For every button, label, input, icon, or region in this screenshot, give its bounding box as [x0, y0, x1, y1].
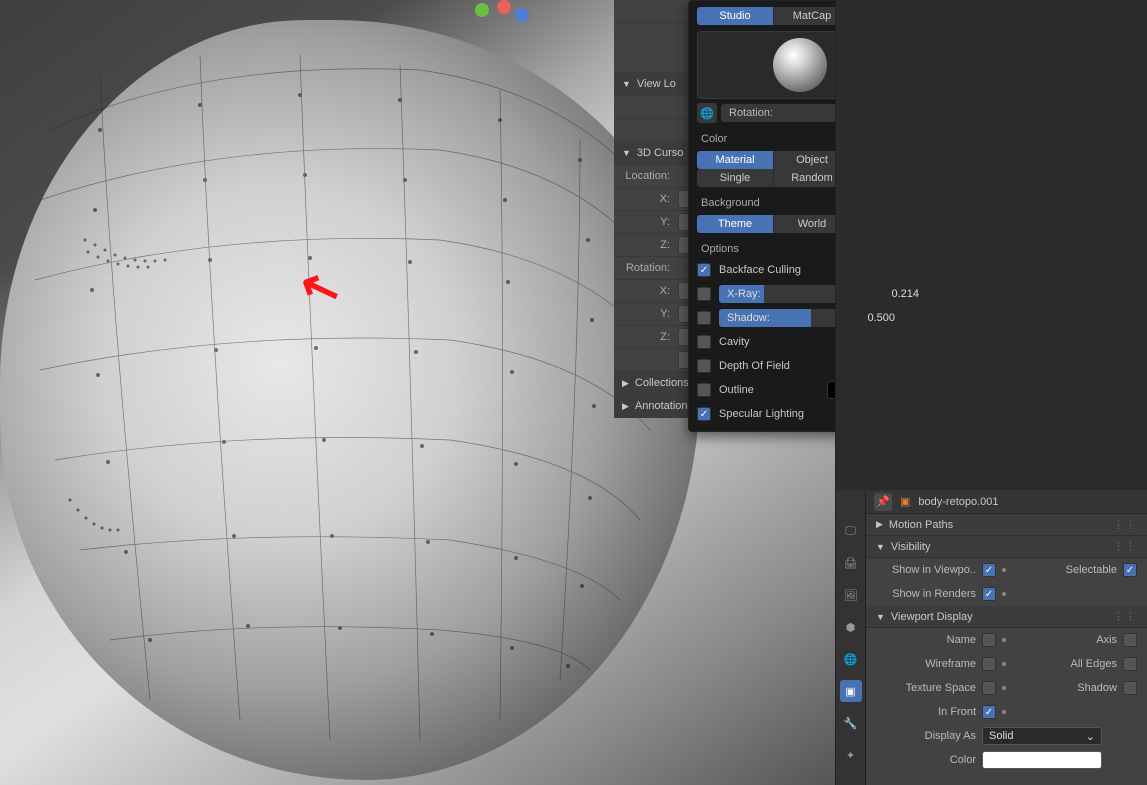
properties-tab-strip: 🖵 🖨 🖼 ⬢ 🌐 ▣ 🔧 ✦ — [836, 490, 866, 785]
world-tab-icon[interactable]: 🌐 — [840, 648, 862, 670]
gizmo-x-axis[interactable] — [497, 0, 511, 14]
visibility-panel-header[interactable]: ▼Visibility⋮⋮ — [866, 536, 1147, 558]
properties-upper-area — [836, 0, 1147, 490]
bg-theme-button[interactable]: Theme — [697, 215, 774, 233]
color-material-button[interactable]: Material — [697, 151, 774, 169]
outline-checkbox[interactable] — [697, 383, 711, 397]
object-tab-icon[interactable]: ▣ — [840, 680, 862, 702]
keyframe-dot-icon[interactable] — [1002, 568, 1006, 572]
name-checkbox[interactable] — [982, 633, 996, 647]
texture-space-checkbox[interactable] — [982, 681, 996, 695]
visibility-row-2: Show in Renders — [866, 582, 1147, 606]
studio-button[interactable]: Studio — [697, 7, 774, 25]
outline-label: Outline — [719, 384, 754, 396]
shadow-checkbox[interactable] — [697, 311, 711, 325]
modifier-tab-icon[interactable]: 🔧 — [840, 712, 862, 734]
in-front-checkbox[interactable] — [982, 705, 996, 719]
specular-label: Specular Lighting — [719, 408, 804, 420]
viewlayer-tab-icon[interactable]: 🖼 — [840, 584, 862, 606]
properties-lower-area: 🖵 🖨 🖼 ⬢ 🌐 ▣ 🔧 ✦ 📌 ▣ body-retopo.001 ▶Mot… — [836, 490, 1147, 785]
backface-culling-label: Backface Culling — [719, 264, 801, 276]
keyframe-dot-icon[interactable] — [1002, 662, 1006, 666]
object-color-swatch[interactable] — [982, 751, 1102, 769]
vd-row-2: Wireframe All Edges — [866, 652, 1147, 676]
visibility-row-1: Show in Viewpo.. Selectable — [866, 558, 1147, 582]
pin-icon[interactable]: 📌 — [874, 493, 892, 511]
chevron-down-icon: ⌄ — [1086, 730, 1095, 743]
color-single-button[interactable]: Single — [697, 169, 774, 187]
selectable-checkbox[interactable] — [1123, 563, 1137, 577]
dof-label: Depth Of Field — [719, 360, 790, 372]
scene-tab-icon[interactable]: ⬢ — [840, 616, 862, 638]
keyframe-dot-icon[interactable] — [1002, 686, 1006, 690]
xray-checkbox[interactable] — [697, 287, 711, 301]
wireframe-checkbox[interactable] — [982, 657, 996, 671]
nav-gizmo[interactable] — [475, 0, 555, 20]
particles-tab-icon[interactable]: ✦ — [840, 744, 862, 766]
show-viewport-checkbox[interactable] — [982, 563, 996, 577]
display-as-dropdown[interactable]: Solid⌄ — [982, 727, 1102, 745]
output-tab-icon[interactable]: 🖨 — [840, 552, 862, 574]
all-edges-checkbox[interactable] — [1123, 657, 1137, 671]
world-space-toggle-icon[interactable]: 🌐 — [697, 103, 717, 123]
render-tab-icon[interactable]: 🖵 — [840, 520, 862, 542]
properties-editor: 🖵 🖨 🖼 ⬢ 🌐 ▣ 🔧 ✦ 📌 ▣ body-retopo.001 ▶Mot… — [835, 0, 1147, 785]
axis-checkbox[interactable] — [1123, 633, 1137, 647]
keyframe-dot-icon[interactable] — [1002, 592, 1006, 596]
shade-sphere-icon — [773, 38, 827, 92]
display-as-row: Display As Solid⌄ — [866, 724, 1147, 748]
vd-row-4: In Front — [866, 700, 1147, 724]
cavity-checkbox[interactable] — [697, 335, 711, 349]
gizmo-z-axis[interactable] — [515, 8, 529, 22]
object-breadcrumb: 📌 ▣ body-retopo.001 — [866, 490, 1147, 514]
mesh-object-icon: ▣ — [900, 495, 910, 508]
gizmo-y-axis[interactable] — [475, 3, 489, 17]
keyframe-dot-icon[interactable] — [1002, 710, 1006, 714]
cavity-label: Cavity — [719, 336, 750, 348]
backface-culling-checkbox[interactable] — [697, 263, 711, 277]
vd-row-3: Texture Space Shadow — [866, 676, 1147, 700]
show-renders-checkbox[interactable] — [982, 587, 996, 601]
properties-content: 📌 ▣ body-retopo.001 ▶Motion Paths⋮⋮ ▼Vis… — [866, 490, 1147, 785]
motion-paths-panel-header[interactable]: ▶Motion Paths⋮⋮ — [866, 514, 1147, 536]
keyframe-dot-icon[interactable] — [1002, 638, 1006, 642]
dof-checkbox[interactable] — [697, 359, 711, 373]
color-row: Color — [866, 748, 1147, 772]
object-name-label: body-retopo.001 — [918, 496, 998, 508]
vd-row-1: Name Axis — [866, 628, 1147, 652]
specular-checkbox[interactable] — [697, 407, 711, 421]
viewport-display-panel-header[interactable]: ▼Viewport Display⋮⋮ — [866, 606, 1147, 628]
shadow-vd-checkbox[interactable] — [1123, 681, 1137, 695]
